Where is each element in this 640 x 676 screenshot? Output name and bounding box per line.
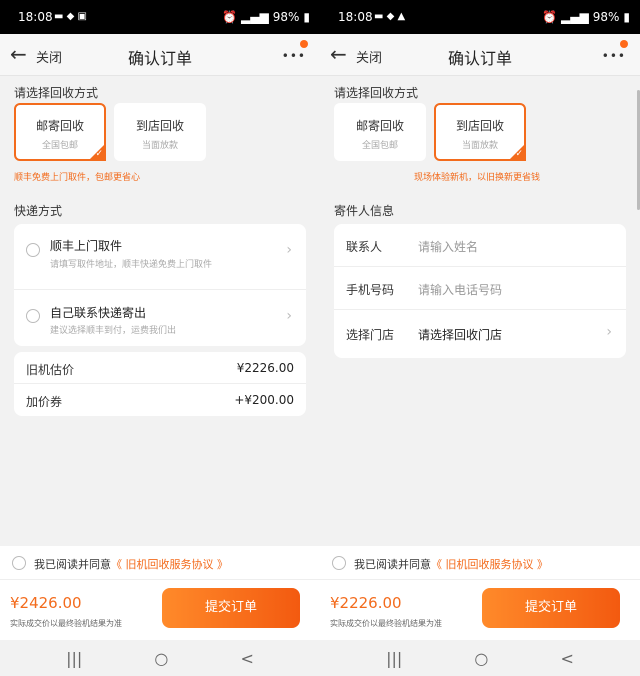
submit-order-button[interactable]: 提交订单 bbox=[482, 588, 620, 628]
delivery-option-sf[interactable]: 顺丰上门取件 请填写取件地址，顺丰快递免费上门取件 › bbox=[14, 224, 306, 290]
field-label: 联系人 bbox=[346, 240, 383, 254]
field-label: 选择门店 bbox=[346, 328, 395, 342]
notification-icons: ▬ ◆ ▣ bbox=[54, 11, 87, 22]
notification-dot bbox=[620, 40, 628, 48]
home-icon[interactable]: ○ bbox=[474, 649, 488, 668]
delivery-section-title: 快递方式 bbox=[14, 204, 63, 218]
panel-mail-recycle: 18:08 ▬ ◆ ▣ ⏰ ▂▄▆ 98% ▮ ← 关闭 确认订单 ••• 请选… bbox=[0, 0, 320, 676]
price-label: 旧机估价 bbox=[26, 363, 75, 377]
method-title: 到店回收 bbox=[135, 119, 184, 133]
total-price: ¥2226.00 bbox=[330, 594, 402, 612]
method-card-store[interactable]: 到店回收 当面放款 bbox=[114, 103, 206, 161]
price-row-estimate: 旧机估价 ¥2226.00 bbox=[14, 352, 306, 384]
delivery-sub: 建议选择顺丰到付，运费我们出 bbox=[50, 326, 177, 336]
agreement-link[interactable]: 《 旧机回收服务协议 》 bbox=[111, 558, 228, 571]
agree-checkbox[interactable] bbox=[12, 556, 26, 570]
field-contact: 联系人 请输入姓名 bbox=[334, 224, 626, 267]
back-icon[interactable]: < bbox=[240, 649, 253, 668]
delivery-sub: 请填写取件地址，顺丰快递免费上门取件 bbox=[50, 260, 213, 270]
price-value: ¥2226.00 bbox=[236, 361, 294, 375]
more-icon[interactable]: ••• bbox=[602, 49, 626, 63]
price-row-coupon: 加价券 +¥200.00 bbox=[14, 384, 306, 416]
status-right: ⏰ ▂▄▆ 98% ▮ bbox=[222, 10, 310, 24]
agree-prefix: 我已阅读并同意 bbox=[354, 558, 431, 571]
agreement-bar: 我已阅读并同意《 旧机回收服务协议 》 bbox=[320, 546, 640, 580]
signal-icon: ⏰ ▂▄▆ bbox=[222, 10, 269, 24]
status-bar: 18:08 ▬ ◆ ▣ ⏰ ▂▄▆ 98% ▮ bbox=[0, 0, 320, 34]
method-hint: 现场体验新机，以旧换新更省钱 bbox=[414, 173, 541, 183]
field-phone: 手机号码 请输入电话号码 bbox=[334, 267, 626, 310]
chevron-right-icon: › bbox=[606, 324, 612, 340]
sender-form: 联系人 请输入姓名 手机号码 请输入电话号码 选择门店 请选择回收门店 › bbox=[334, 224, 626, 358]
radio-button[interactable] bbox=[26, 309, 40, 323]
checkout-bar: ¥2226.00 实际成交价以最终验机结果为准 提交订单 bbox=[320, 580, 640, 640]
method-section-title: 请选择回收方式 bbox=[334, 86, 419, 100]
delivery-options: 顺丰上门取件 请填写取件地址，顺丰快递免费上门取件 › 自己联系快递寄出 建议选… bbox=[14, 224, 306, 346]
battery-icon: ▮ bbox=[623, 10, 630, 24]
app-bar: ← 关闭 确认订单 ••• bbox=[320, 34, 640, 76]
submit-order-button[interactable]: 提交订单 bbox=[162, 588, 300, 628]
recent-apps-icon[interactable]: ||| bbox=[66, 649, 82, 668]
phone-input[interactable]: 请输入电话号码 bbox=[418, 281, 502, 298]
method-card-store[interactable]: 到店回收 当面放款 ✓ bbox=[434, 103, 526, 161]
field-label: 手机号码 bbox=[346, 283, 395, 297]
panel-store-recycle: 18:08 ▬ ◆ ▲ ⏰ ▂▄▆ 98% ▮ ← 关闭 确认订单 ••• 请选… bbox=[320, 0, 640, 676]
method-title: 邮寄回收 bbox=[355, 119, 404, 133]
agreement-text: 我已阅读并同意《 旧机回收服务协议 》 bbox=[34, 556, 228, 572]
battery-icon: ▮ bbox=[303, 10, 310, 24]
chevron-right-icon: › bbox=[286, 242, 292, 258]
price-box: 旧机估价 ¥2226.00 加价券 +¥200.00 bbox=[14, 352, 306, 416]
field-store[interactable]: 选择门店 请选择回收门店 › bbox=[334, 310, 626, 358]
total-note: 实际成交价以最终验机结果为准 bbox=[10, 619, 122, 628]
home-icon[interactable]: ○ bbox=[154, 649, 168, 668]
battery-percent: 98% bbox=[592, 10, 620, 24]
agree-checkbox[interactable] bbox=[332, 556, 346, 570]
method-title: 邮寄回收 bbox=[35, 119, 84, 133]
more-icon[interactable]: ••• bbox=[282, 49, 306, 63]
sender-section-title: 寄件人信息 bbox=[334, 204, 395, 218]
agreement-text: 我已阅读并同意《 旧机回收服务协议 》 bbox=[354, 556, 548, 572]
name-input[interactable]: 请输入姓名 bbox=[418, 238, 478, 255]
checkout-bar: ¥2426.00 实际成交价以最终验机结果为准 提交订单 bbox=[0, 580, 320, 640]
status-right: ⏰ ▂▄▆ 98% ▮ bbox=[542, 10, 630, 24]
delivery-title: 顺丰上门取件 bbox=[50, 239, 123, 253]
method-sub: 全国包邮 bbox=[361, 141, 398, 151]
app-bar: ← 关闭 确认订单 ••• bbox=[0, 34, 320, 76]
check-icon: ✓ bbox=[515, 149, 523, 159]
price-value: +¥200.00 bbox=[234, 393, 294, 407]
status-time: 18:08 bbox=[338, 10, 373, 24]
screenshot-pair: 18:08 ▬ ◆ ▣ ⏰ ▂▄▆ 98% ▮ ← 关闭 确认订单 ••• 请选… bbox=[0, 0, 640, 676]
signal-icon: ⏰ ▂▄▆ bbox=[542, 10, 589, 24]
delivery-title: 自己联系快递寄出 bbox=[50, 306, 147, 320]
page-title: 确认订单 bbox=[447, 49, 512, 68]
recent-apps-icon[interactable]: ||| bbox=[386, 649, 402, 668]
system-nav-bar: ||| ○ < bbox=[0, 640, 320, 676]
store-select[interactable]: 请选择回收门店 bbox=[418, 326, 502, 343]
method-title: 到店回收 bbox=[455, 119, 504, 133]
chevron-right-icon: › bbox=[286, 308, 292, 324]
check-icon: ✓ bbox=[95, 149, 103, 159]
radio-button[interactable] bbox=[26, 243, 40, 257]
method-card-mail[interactable]: 邮寄回收 全国包邮 bbox=[334, 103, 426, 161]
status-time: 18:08 bbox=[18, 10, 53, 24]
price-label: 加价券 bbox=[26, 395, 63, 409]
delivery-option-self[interactable]: 自己联系快递寄出 建议选择顺丰到付，运费我们出 › bbox=[14, 290, 306, 346]
total-note: 实际成交价以最终验机结果为准 bbox=[330, 619, 442, 628]
notification-dot bbox=[300, 40, 308, 48]
method-card-mail[interactable]: 邮寄回收 全国包邮 ✓ bbox=[14, 103, 106, 161]
method-section-title: 请选择回收方式 bbox=[14, 86, 99, 100]
battery-percent: 98% bbox=[272, 10, 300, 24]
back-icon[interactable]: < bbox=[560, 649, 573, 668]
total-price: ¥2426.00 bbox=[10, 594, 82, 612]
method-sub: 当面放款 bbox=[141, 141, 178, 151]
page-title: 确认订单 bbox=[127, 49, 192, 68]
agreement-bar: 我已阅读并同意《 旧机回收服务协议 》 bbox=[0, 546, 320, 580]
agreement-link[interactable]: 《 旧机回收服务协议 》 bbox=[431, 558, 548, 571]
method-hint: 顺丰免费上门取件，包邮更省心 bbox=[14, 173, 141, 183]
agree-prefix: 我已阅读并同意 bbox=[34, 558, 111, 571]
notification-icons: ▬ ◆ ▲ bbox=[374, 11, 406, 22]
status-bar: 18:08 ▬ ◆ ▲ ⏰ ▂▄▆ 98% ▮ bbox=[320, 0, 640, 34]
system-nav-bar: ||| ○ < bbox=[320, 640, 640, 676]
